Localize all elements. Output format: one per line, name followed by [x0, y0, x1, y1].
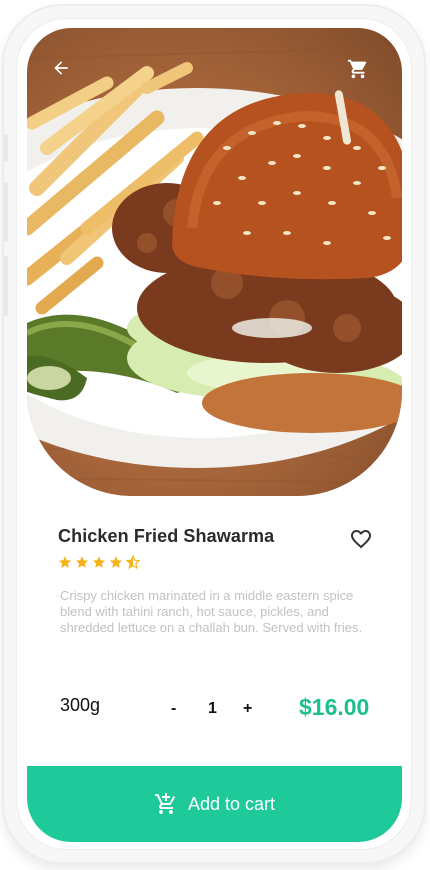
add-to-cart-label: Add to cart [187, 793, 276, 814]
burger-photo [27, 47, 402, 484]
product-description: Crispy chicken marinated in a middle eas… [60, 588, 363, 635]
heart-outline-icon [351, 530, 371, 549]
product-price: $16.00 [299, 694, 370, 720]
quantity-value: 1 [208, 700, 217, 717]
product-weight: 300g [60, 695, 101, 715]
star-icon [92, 556, 106, 568]
star-icon [58, 556, 72, 568]
star-icon [75, 556, 89, 568]
product-title: Chicken Fried Shawarma [58, 526, 275, 546]
phone-side-button [4, 134, 8, 162]
cart-plus-icon [154, 793, 176, 814]
cart-button[interactable] [347, 58, 377, 88]
product-image [27, 28, 402, 496]
quantity-increase-button[interactable]: + [243, 700, 252, 718]
rating-stars [58, 555, 140, 569]
arrow-left-icon [54, 61, 68, 75]
star-half-icon [126, 555, 140, 569]
star-icon [109, 556, 123, 568]
back-button[interactable] [51, 58, 81, 88]
app-screen: Chicken Fried Shawarma Crispy chicken ma… [27, 28, 402, 842]
phone-volume-down-button [4, 256, 8, 316]
phone-volume-up-button [4, 182, 8, 242]
favorite-button[interactable] [346, 524, 376, 554]
quantity-decrease-button[interactable]: - [171, 700, 176, 718]
shopping-cart-icon [347, 59, 367, 79]
add-to-cart-button[interactable]: Add to cart [27, 766, 402, 842]
